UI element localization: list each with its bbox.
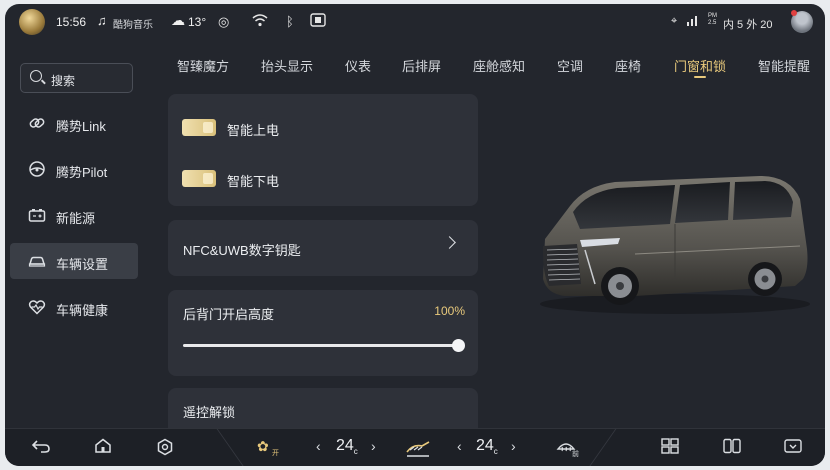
hotspot-icon: ◎ <box>218 14 230 29</box>
clock: 15:56 <box>56 15 87 29</box>
outside-temperature: 13° <box>188 15 207 29</box>
active-tab-indicator <box>694 76 706 78</box>
steering-icon <box>28 160 46 178</box>
right-temp[interactable]: 24c <box>476 437 498 456</box>
sidebar-item-label: 车辆健康 <box>56 303 109 318</box>
remote-unlock-label: 遥控解锁 <box>183 405 236 420</box>
tab-doors-windows-locks[interactable]: 门窗和锁 <box>674 56 726 75</box>
search-icon <box>30 70 42 82</box>
chevron-right-icon <box>443 236 456 249</box>
notification-dot <box>791 10 797 16</box>
sidebar: 搜索 腾势Link 腾势Pilot 新能源 车辆设置 车辆健康 <box>5 42 153 428</box>
search-placeholder: 搜索 <box>51 74 76 88</box>
bluetooth-icon: ᛒ <box>286 14 294 29</box>
tailgate-height-slider[interactable] <box>183 344 461 347</box>
sidebar-item-label: 腾势Pilot <box>56 165 108 180</box>
brand-logo-icon[interactable] <box>19 9 45 35</box>
tab-seats[interactable]: 座椅 <box>615 56 641 75</box>
fan-icon[interactable]: ✿ <box>257 438 269 455</box>
car-icon <box>28 252 46 270</box>
tab-magic-cube[interactable]: 智臻魔方 <box>177 56 229 75</box>
smart-power-on-toggle[interactable] <box>182 119 216 136</box>
music-note-icon[interactable]: ♫ <box>97 13 107 28</box>
tab-cluster[interactable]: 仪表 <box>345 56 371 75</box>
tab-smart-reminders[interactable]: 智能提醒 <box>758 56 810 75</box>
sidebar-item-label: 腾势Link <box>56 119 106 134</box>
back-icon[interactable] <box>31 438 51 457</box>
sidebar-item-new-energy[interactable]: 新能源 <box>10 197 138 233</box>
link-icon <box>28 114 46 132</box>
temp-unit: c <box>493 447 498 457</box>
sidebar-item-label: 车辆设置 <box>56 257 109 272</box>
tailgate-height-value: 100% <box>434 304 465 318</box>
screen-icon[interactable] <box>310 13 326 30</box>
screen-cast-icon[interactable] <box>784 438 802 457</box>
slider-thumb[interactable] <box>452 339 465 352</box>
split-screen-icon[interactable] <box>723 438 741 457</box>
heart-icon <box>28 298 46 316</box>
pm25-values: 内 5 外 20 <box>723 19 773 31</box>
seat-airflow-icon[interactable] <box>404 438 432 461</box>
search-input[interactable]: 搜索 <box>20 63 133 93</box>
left-temp-increase[interactable]: › <box>371 438 376 454</box>
wifi-icon <box>252 14 268 30</box>
smart-power-card: 智能上电 智能下电 <box>168 94 478 206</box>
right-temp-decrease[interactable]: ‹ <box>457 438 462 454</box>
music-app-label[interactable]: 酷狗音乐 <box>113 16 153 31</box>
smart-power-on-label: 智能上电 <box>227 123 280 138</box>
location-icon: ⌖ <box>671 15 678 27</box>
home-icon[interactable] <box>94 438 112 457</box>
vehicle-image <box>540 176 810 314</box>
settings-tabs: 智臻魔方 抬头显示 仪表 后排屏 座舱感知 空调 座椅 门窗和锁 智能提醒 <box>165 42 825 86</box>
car-settings-icon[interactable] <box>156 438 174 459</box>
bottom-control-bar: ✿ 开 ‹ 24c › ‹ 24c › 前 <box>5 428 825 466</box>
fan-state: 开 <box>272 450 279 457</box>
defrost-label: 前 <box>572 451 579 458</box>
status-bar: 15:56 ♫ 酷狗音乐 ☁ 13° ◎ ᛒ ⌖ PM 2.5 内 5 外 20 <box>5 4 825 42</box>
weather-cloud-icon: ☁ <box>171 12 185 28</box>
sidebar-item-pilot[interactable]: 腾势Pilot <box>10 151 138 187</box>
right-temp-increase[interactable]: › <box>511 438 516 454</box>
left-temp-decrease[interactable]: ‹ <box>316 438 321 454</box>
sidebar-item-vehicle-health[interactable]: 车辆健康 <box>10 289 138 325</box>
tailgate-height-label: 后背门开启高度 <box>183 307 275 322</box>
divider <box>187 429 245 466</box>
smart-power-off-label: 智能下电 <box>227 174 280 189</box>
battery-icon <box>28 206 46 224</box>
tab-hud[interactable]: 抬头显示 <box>261 56 313 75</box>
tab-rear-screen[interactable]: 后排屏 <box>402 56 441 75</box>
tab-cabin-sensing[interactable]: 座舱感知 <box>473 56 525 75</box>
digital-key-label: NFC&UWB数字钥匙 <box>183 243 301 258</box>
divider <box>588 429 646 466</box>
apps-grid-icon[interactable] <box>661 438 679 457</box>
sidebar-item-vehicle-settings[interactable]: 车辆设置 <box>10 243 138 279</box>
signal-icon <box>686 13 700 30</box>
tab-climate[interactable]: 空调 <box>557 56 583 75</box>
sidebar-item-label: 新能源 <box>56 211 96 226</box>
tailgate-height-card: 后背门开启高度 100% <box>168 290 478 376</box>
temp-unit: c <box>353 447 358 457</box>
left-temp[interactable]: 24c <box>336 437 358 456</box>
smart-power-off-toggle[interactable] <box>182 170 216 187</box>
digital-key-row[interactable]: NFC&UWB数字钥匙 <box>168 220 478 276</box>
sidebar-item-link[interactable]: 腾势Link <box>10 105 138 141</box>
pm25-label: PM 2.5 <box>708 13 717 26</box>
car-infotainment-screen: 15:56 ♫ 酷狗音乐 ☁ 13° ◎ ᛒ ⌖ PM 2.5 内 5 外 20… <box>5 4 825 466</box>
